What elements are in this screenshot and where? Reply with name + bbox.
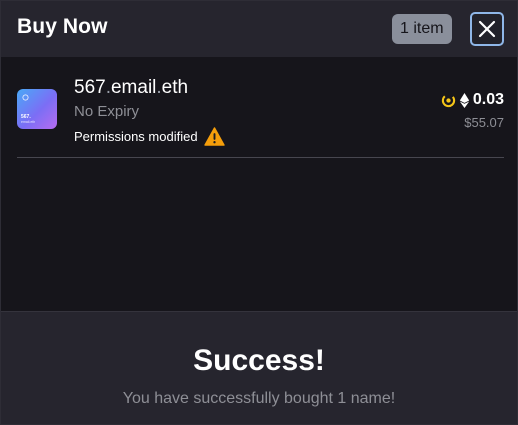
thumbnail-subname: email.eth <box>21 120 36 124</box>
item-name[interactable]: 567.email.eth <box>74 77 188 99</box>
item-thumbnail: 567. email.eth <box>17 89 57 129</box>
buy-now-modal: Buy Now 1 item 567. email.eth 567.email.… <box>0 0 518 425</box>
ens-logo-icon <box>22 94 29 101</box>
modal-header: Buy Now 1 item <box>1 1 517 57</box>
marketplace-icon <box>441 93 456 107</box>
eth-icon <box>459 92 470 108</box>
price-eth: 0.03 <box>472 91 504 108</box>
permissions-status: Permissions modified <box>74 127 225 146</box>
item-expiry: No Expiry <box>74 103 140 120</box>
close-icon <box>478 20 496 38</box>
cart-item-row[interactable]: 567. email.eth 567.email.eth No Expiry P… <box>17 75 504 158</box>
price-row: 0.03 <box>441 91 504 109</box>
item-count-badge: 1 item <box>392 14 452 44</box>
item-name-label: 567 <box>74 77 106 98</box>
item-name-domain: email <box>110 77 157 98</box>
warning-icon[interactable] <box>203 127 225 146</box>
permissions-label: Permissions modified <box>74 129 198 144</box>
success-panel: Success! You have successfully bought 1 … <box>1 311 517 424</box>
modal-title: Buy Now <box>17 15 108 38</box>
close-button[interactable] <box>470 12 504 46</box>
success-title: Success! <box>193 344 325 377</box>
success-message: You have successfully bought 1 name! <box>122 390 396 407</box>
item-name-tld: eth <box>161 77 189 98</box>
price-usd: $55.07 <box>464 115 504 130</box>
